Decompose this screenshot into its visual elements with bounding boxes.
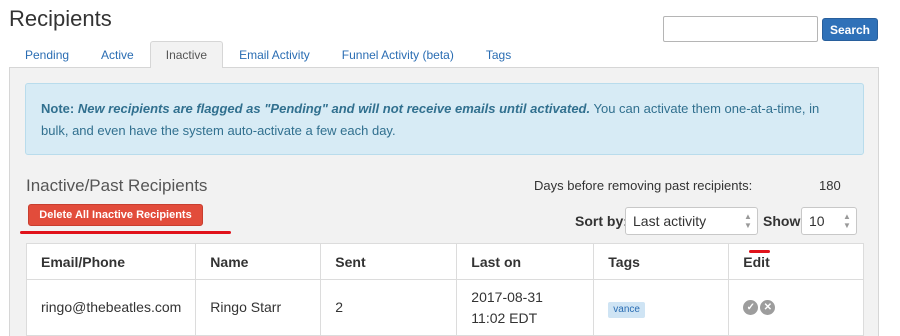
cell-email[interactable]: ringo@thebeatles.com [25,279,197,336]
column-header-edit: Edit [728,243,864,280]
show-label: Show [763,213,801,229]
tag-chip[interactable]: vance [608,302,645,318]
tab-panel: Note: New recipients are flagged as "Pen… [9,67,879,336]
sort-by-value: Last activity [633,213,707,229]
tab-bar: Pending Active Inactive Email Activity F… [9,41,527,68]
annotation-underline [20,231,231,234]
column-header-last-on[interactable]: Last on [456,243,595,280]
section-title: Inactive/Past Recipients [26,176,208,195]
cell-last-on: 2017-08-31 11:02 EDT [456,279,595,336]
x-circle-icon[interactable]: ✕ [760,300,776,315]
tab-tags[interactable]: Tags [470,41,527,68]
updown-arrows-icon: ▲ ▼ [744,212,752,230]
days-before-removal-label: Days before removing past recipients: [534,178,753,193]
table-row: ringo@thebeatles.com Ringo Starr 2 2017-… [25,279,864,336]
updown-arrows-icon: ▲ ▼ [843,212,851,230]
info-alert: Note: New recipients are flagged as "Pen… [25,83,864,155]
show-count-value: 10 [809,213,825,229]
cell-sent: 2 [320,279,458,336]
cell-name: Ringo Starr [195,279,322,336]
cell-edit: ✓ ✕ [728,279,864,336]
column-header-sent[interactable]: Sent [320,243,458,280]
annotation-underline [749,250,770,253]
column-header-name[interactable]: Name [195,243,322,280]
days-before-removal-value[interactable]: 180 [819,178,841,193]
page-title: Recipients [9,6,112,31]
tab-inactive[interactable]: Inactive [149,41,224,68]
tab-funnel-activity[interactable]: Funnel Activity (beta) [326,41,470,68]
alert-prefix: Note: [41,101,75,116]
tab-active[interactable]: Active [85,41,150,68]
recipients-table: Email/Phone Name Sent Last on Tags Edit … [25,243,864,336]
delete-all-inactive-button[interactable]: Delete All Inactive Recipients [28,204,203,226]
sort-by-select[interactable]: Last activity ▲ ▼ [625,207,758,235]
check-circle-icon[interactable]: ✓ [743,300,759,315]
search-input[interactable] [663,16,818,42]
column-header-tags[interactable]: Tags [593,243,730,280]
sort-by-label: Sort by: [575,213,628,229]
last-on-time: 11:02 EDT [471,309,538,326]
table-header-row: Email/Phone Name Sent Last on Tags Edit [25,243,864,280]
show-count-select[interactable]: 10 ▲ ▼ [801,207,857,235]
alert-emphasis: New recipients are flagged as "Pending" … [77,101,591,116]
cell-tags: vance [593,279,730,336]
column-header-email[interactable]: Email/Phone [25,243,197,280]
tab-pending[interactable]: Pending [9,41,85,68]
tab-email-activity[interactable]: Email Activity [223,41,326,68]
last-on-date: 2017-08-31 [471,288,543,305]
search-button[interactable]: Search [822,18,878,41]
